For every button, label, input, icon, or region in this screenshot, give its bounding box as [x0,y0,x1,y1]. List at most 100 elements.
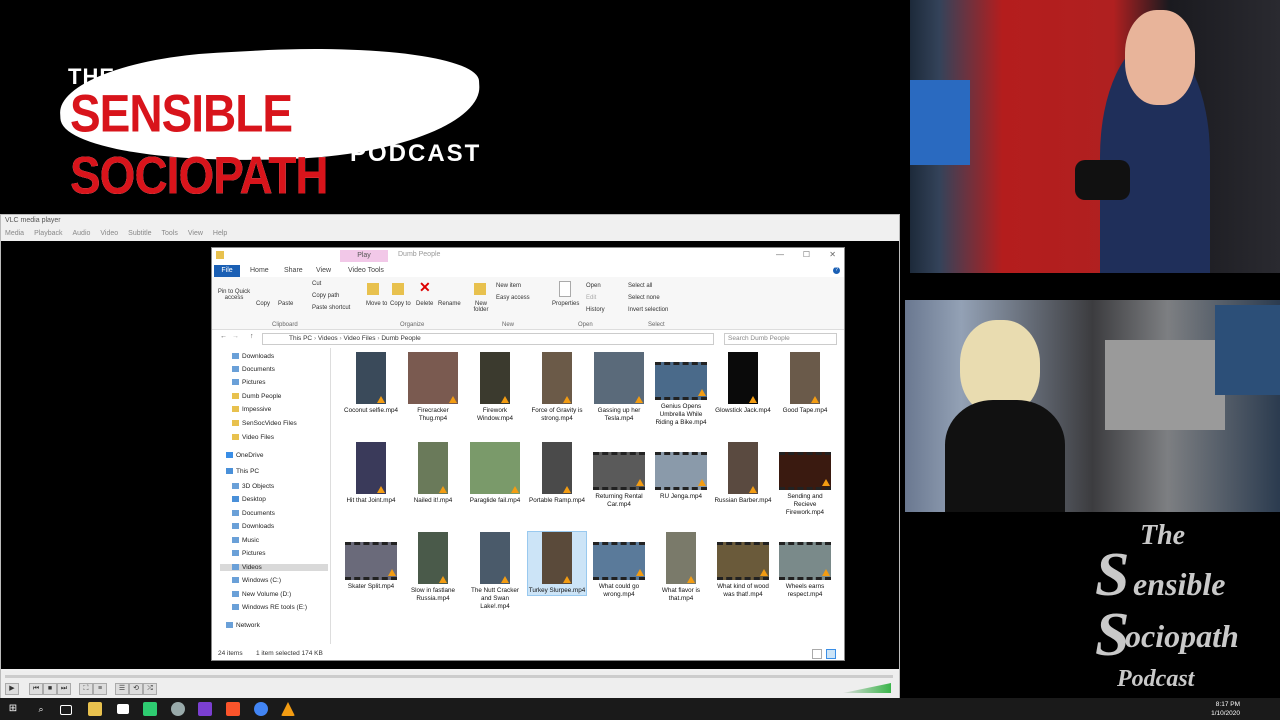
file-item[interactable]: Nailed it!.mp4 [404,442,462,505]
large-icons-view-icon[interactable] [826,649,836,659]
delete-button[interactable]: Delete [416,301,433,307]
tab-view[interactable]: View [316,265,331,277]
pin-quick-access-button[interactable]: Pin to Quick access [216,289,252,301]
vlc-menu-subtitle[interactable]: Subtitle [128,230,151,237]
file-item[interactable]: Sending and Recieve Firework.mp4 [776,442,834,517]
nav-item-desktop[interactable]: Desktop [232,496,266,503]
previous-button[interactable]: ⏮ [29,683,43,695]
crumb-dumb-people[interactable]: Dumb People [381,335,420,342]
extended-settings-button[interactable]: ≡ [93,683,107,695]
nav-item-videos[interactable]: Videos [220,564,328,571]
file-item[interactable]: Turkey Slurpee.mp4 [527,531,587,596]
stop-button[interactable]: ■ [43,683,57,695]
select-all-button[interactable]: Select all [628,283,652,289]
file-item[interactable]: Portable Ramp.mp4 [528,442,586,505]
file-item[interactable]: Firework Window.mp4 [466,352,524,423]
nav-item-impessive[interactable]: Impessive [232,406,271,413]
nav-item-3d-objects[interactable]: 3D Objects [232,483,274,490]
new-item-button[interactable]: New item [496,283,521,289]
nav-item-video-files[interactable]: Video Files [232,434,274,441]
vlc-taskbar-icon[interactable] [281,702,295,716]
file-item[interactable]: Good Tape.mp4 [776,352,834,415]
file-item[interactable]: What could go wrong.mp4 [590,532,648,599]
move-to-button[interactable]: Move to [366,301,387,307]
new-folder-button[interactable]: New folder [470,301,492,313]
help-icon[interactable]: ? [833,267,840,274]
nav-item-pictures[interactable]: Pictures [232,550,265,557]
nav-item-pictures[interactable]: Pictures [232,379,265,386]
tab-home[interactable]: Home [250,265,269,277]
fullscreen-button[interactable]: ⛶ [79,683,93,695]
tab-share[interactable]: Share [284,265,303,277]
nav-item-new-volume-d-[interactable]: New Volume (D:) [232,591,291,598]
vlc-menu-audio[interactable]: Audio [72,230,90,237]
file-item[interactable]: Skater Split.mp4 [342,532,400,591]
search-input[interactable]: Search Dumb People [724,333,837,345]
nav-item-music[interactable]: Music [232,537,259,544]
up-icon[interactable]: ↑ [250,333,254,340]
chrome-icon[interactable] [254,702,268,716]
forward-icon[interactable]: → [232,333,239,340]
file-item[interactable]: Returning Rental Car.mp4 [590,442,648,509]
paste-shortcut-button[interactable]: Paste shortcut [312,305,350,311]
file-explorer-taskbar-icon[interactable] [88,702,102,716]
vlc-menu-video[interactable]: Video [100,230,118,237]
nav-item-network[interactable]: Network [226,622,260,629]
history-button[interactable]: History [586,307,605,313]
properties-button[interactable]: Properties [552,301,579,307]
obs-icon[interactable] [143,702,157,716]
file-item[interactable]: Hit that Joint.mp4 [342,442,400,505]
file-item[interactable]: Gassing up her Tesla.mp4 [590,352,648,423]
playlist-button[interactable]: ☰ [115,683,129,695]
start-icon[interactable]: ⊞ [6,702,20,716]
file-item[interactable]: Force of Gravity is strong.mp4 [528,352,586,423]
file-item[interactable]: Genius Opens Umbrella While Riding a Bik… [652,352,710,427]
nav-item-dumb-people[interactable]: Dumb People [232,393,281,400]
search-icon[interactable]: ⌕ [34,702,48,716]
vlc-menu-view[interactable]: View [188,230,203,237]
nav-item-this-pc[interactable]: This PC [226,468,259,475]
nav-item-documents[interactable]: Documents [232,510,275,517]
rename-button[interactable]: Rename [438,301,461,307]
vlc-menu-tools[interactable]: Tools [162,230,178,237]
file-item[interactable]: Firecracker Thug.mp4 [404,352,462,423]
brave-icon[interactable] [226,702,240,716]
copy-path-button[interactable]: Copy path [312,293,339,299]
copy-to-button[interactable]: Copy to [390,301,411,307]
mail-icon[interactable] [117,704,129,714]
invert-selection-button[interactable]: Invert selection [628,307,668,313]
nav-item-downloads[interactable]: Downloads [232,353,274,360]
details-view-icon[interactable] [812,649,822,659]
copy-button[interactable]: Copy [256,301,270,307]
nav-item-downloads[interactable]: Downloads [232,523,274,530]
play-context-tab[interactable]: Play [340,250,388,262]
tab-video-tools[interactable]: Video Tools [348,265,384,277]
select-none-button[interactable]: Select none [628,295,660,301]
address-bar[interactable]: This PC › Videos › Video Files › Dumb Pe… [262,333,714,345]
file-item[interactable]: Russian Barber.mp4 [714,442,772,505]
nav-item-sensocvideo-files[interactable]: SenSocVideo Files [232,420,297,427]
nav-item-windows-c-[interactable]: Windows (C:) [232,577,281,584]
minimize-icon[interactable]: — [776,250,784,259]
seek-bar[interactable] [5,675,893,678]
crumb-video-files[interactable]: Video Files [343,335,375,342]
edit-button[interactable]: Edit [586,295,596,301]
open-button[interactable]: Open [586,283,601,289]
tab-file[interactable]: File [214,265,240,277]
nav-item-windows-re-tools-e-[interactable]: Windows RE tools (E:) [232,604,307,611]
shuffle-button[interactable]: ⤮ [143,683,157,695]
vlc-menu-media[interactable]: Media [5,230,24,237]
file-item[interactable]: Wheels earns respect.mp4 [776,532,834,599]
back-icon[interactable]: ← [220,333,227,340]
cut-button[interactable]: Cut [312,281,321,287]
file-item[interactable]: Coconut selfie.mp4 [342,352,400,415]
paste-button[interactable]: Paste [278,301,293,307]
vlc-menu-playback[interactable]: Playback [34,230,62,237]
easy-access-button[interactable]: Easy access [496,295,530,301]
crumb-videos[interactable]: Videos [318,335,338,342]
next-button[interactable]: ⏭ [57,683,71,695]
loop-button[interactable]: ⟲ [129,683,143,695]
onenote-icon[interactable] [198,702,212,716]
close-icon[interactable]: ✕ [829,250,836,259]
play-button[interactable]: ▶ [5,683,19,695]
